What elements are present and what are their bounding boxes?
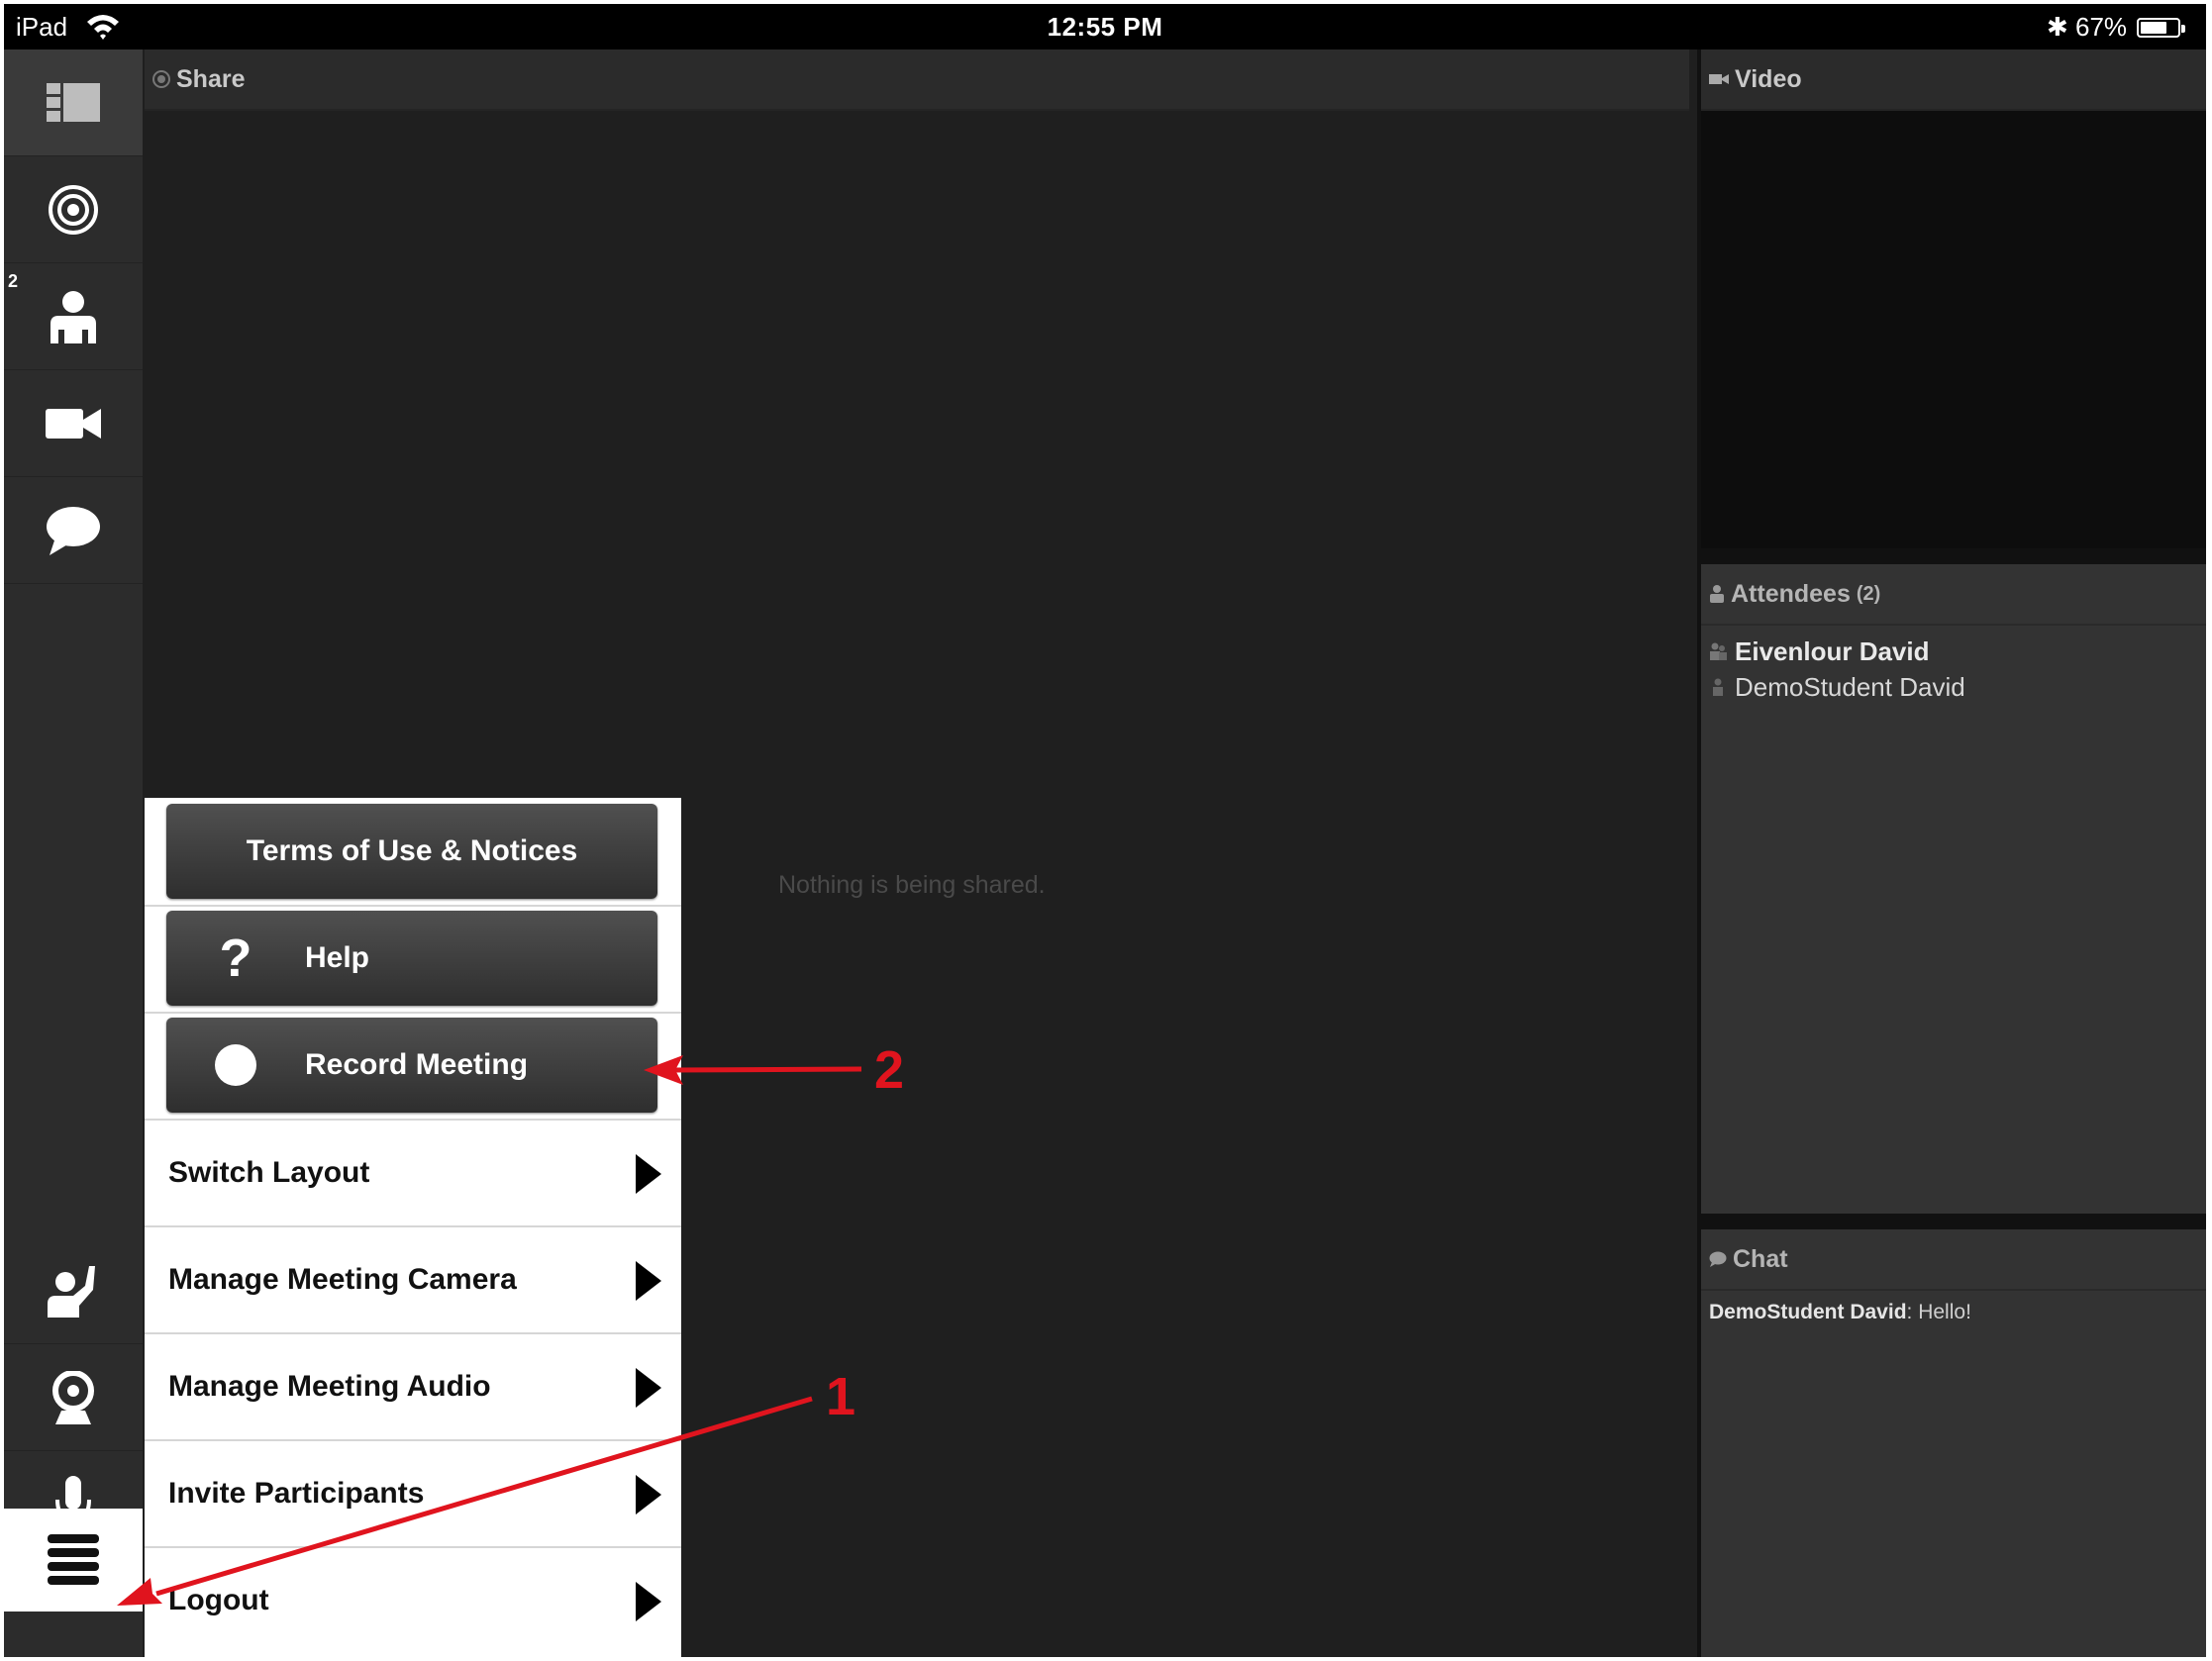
- terms-button[interactable]: Terms of Use & Notices: [166, 804, 657, 899]
- video-pane: Video: [1701, 49, 2206, 548]
- attendees-title: Attendees: [1731, 579, 1851, 608]
- right-column: Video Attendees (2) Eivenlour David Demo…: [1697, 49, 2206, 1657]
- share-header: Share: [145, 49, 1689, 111]
- chevron-right-icon: [636, 1475, 661, 1514]
- chat-small-icon: [1709, 1251, 1727, 1267]
- menu-divider: [145, 905, 681, 907]
- chat-button[interactable]: [4, 477, 143, 584]
- attendee-name: Eivenlour David: [1735, 635, 1930, 666]
- chevron-right-icon: [636, 1154, 661, 1194]
- switch-layout-item[interactable]: Switch Layout: [145, 1119, 681, 1225]
- help-label: Help: [305, 941, 370, 974]
- manage-camera-item[interactable]: Manage Meeting Camera: [145, 1225, 681, 1332]
- attendee-count-badge: 2: [8, 271, 19, 291]
- manage-audio-item[interactable]: Manage Meeting Audio: [145, 1332, 681, 1439]
- share-empty-message: Nothing is being shared.: [778, 871, 1046, 899]
- participant-icon: [1709, 678, 1727, 696]
- record-icon: [166, 1044, 305, 1086]
- left-toolbar: 2: [4, 49, 143, 1657]
- invite-participants-item[interactable]: Invite Participants: [145, 1439, 681, 1546]
- clock: 12:55 PM: [1047, 12, 1163, 42]
- video-button[interactable]: [4, 370, 143, 477]
- attendees-header: Attendees (2): [1701, 564, 2206, 626]
- layout-button[interactable]: [4, 49, 143, 156]
- attendee-name: DemoStudent David: [1735, 671, 1965, 702]
- help-button[interactable]: ? Help: [166, 911, 657, 1006]
- host-icon: [1709, 642, 1727, 660]
- chevron-right-icon: [636, 1368, 661, 1408]
- menu-button[interactable]: [4, 1509, 143, 1612]
- chat-message: DemoStudent David: Hello!: [1709, 1301, 1971, 1324]
- menu-icon: [48, 1534, 99, 1585]
- share-title: Share: [176, 64, 246, 93]
- main-menu-popup: Terms of Use & Notices ? Help Record Mee…: [145, 798, 681, 1657]
- battery-percentage: 67%: [2075, 12, 2128, 42]
- chat-bubble-icon: [47, 506, 100, 555]
- attendee-list: Eivenlour David DemoStudent David: [1709, 634, 1965, 705]
- webcam-icon: [52, 1370, 94, 1424]
- list-item[interactable]: DemoStudent David: [1709, 669, 1965, 705]
- status-bar: iPad 12:55 PM ✱ 67%: [4, 4, 2206, 49]
- attendees-icon: [50, 290, 96, 343]
- chevron-right-icon: [636, 1261, 661, 1301]
- video-camera-icon: [46, 408, 101, 439]
- chat-header: Chat: [1701, 1229, 2206, 1291]
- share-icon: [152, 70, 170, 88]
- target-icon: [49, 184, 98, 235]
- list-item[interactable]: Eivenlour David: [1709, 634, 1965, 669]
- webcam-button[interactable]: [4, 1344, 143, 1451]
- attendees-button[interactable]: 2: [4, 263, 143, 370]
- menu-item-label: Manage Meeting Audio: [168, 1370, 491, 1403]
- layout-icon: [47, 82, 100, 122]
- chat-pane: Chat DemoStudent David: Hello!: [1701, 1229, 2206, 1657]
- raise-hand-icon: [48, 1265, 95, 1318]
- battery-icon: [2137, 18, 2185, 38]
- record-meeting-button[interactable]: Record Meeting: [166, 1018, 657, 1113]
- chat-text: Hello!: [1912, 1301, 1971, 1323]
- logout-item[interactable]: Logout: [145, 1546, 681, 1653]
- menu-item-label: Switch Layout: [168, 1156, 370, 1189]
- menu-divider: [145, 1012, 681, 1014]
- chat-title: Chat: [1733, 1244, 1788, 1273]
- app-frame: iPad 12:55 PM ✱ 67% 2 Share Nothing is b…: [4, 4, 2206, 1657]
- chat-sender: DemoStudent David: [1709, 1301, 1907, 1323]
- record-label: Record Meeting: [305, 1048, 529, 1081]
- menu-item-label: Invite Participants: [168, 1477, 425, 1510]
- attendees-pane: Attendees (2) Eivenlour David DemoStuden…: [1701, 564, 2206, 1214]
- bluetooth-icon: ✱: [2047, 12, 2068, 42]
- video-title: Video: [1735, 64, 1802, 93]
- target-button[interactable]: [4, 156, 143, 263]
- menu-item-label: Logout: [168, 1584, 269, 1616]
- annotation-label-2: 2: [874, 1040, 905, 1100]
- annotation-label-1: 1: [826, 1367, 856, 1426]
- raise-hand-button[interactable]: [4, 1237, 143, 1344]
- video-header: Video: [1701, 49, 2206, 111]
- chevron-right-icon: [636, 1582, 661, 1621]
- help-icon: ?: [219, 928, 252, 988]
- menu-item-label: Manage Meeting Camera: [168, 1263, 517, 1296]
- attendees-small-icon: [1709, 585, 1725, 603]
- attendees-count: (2): [1856, 582, 1881, 605]
- video-small-icon: [1709, 73, 1729, 85]
